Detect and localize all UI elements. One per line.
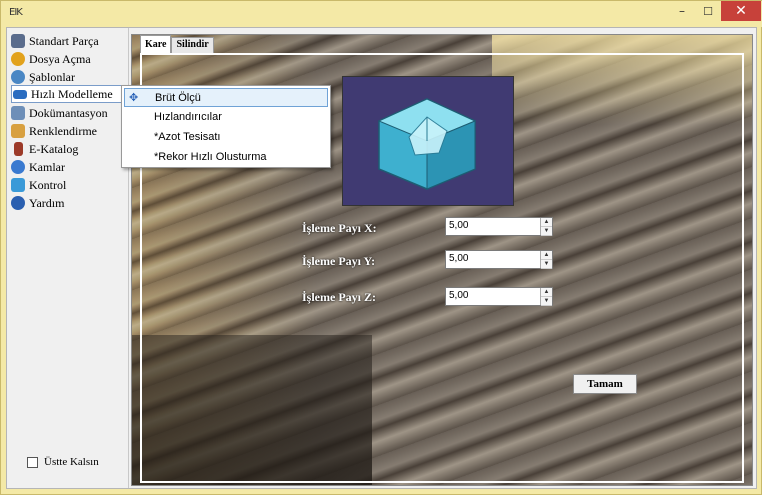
- palette-icon: [11, 124, 25, 138]
- quick-modeling-menu: ✥ Brüt Ölçü Hızlandırıcılar *Azot Tesisa…: [121, 85, 331, 168]
- book-icon: [14, 142, 23, 156]
- sidebar-item-label: Şablonlar: [29, 69, 75, 84]
- minimize-button[interactable]: –: [669, 1, 695, 21]
- sidebar-item-label: Hızlı Modelleme: [31, 86, 113, 101]
- cam-icon: [11, 160, 25, 174]
- app-window: ΕΙΚ – ☐ ✕ Standart Parça Dosya Açma Şabl…: [0, 0, 762, 495]
- tab-silindir[interactable]: Silindir: [171, 37, 214, 53]
- stepper-up-icon[interactable]: ▲: [541, 288, 552, 297]
- maximize-button[interactable]: ☐: [695, 1, 721, 21]
- z-allowance-stepper[interactable]: ▲ ▼: [540, 288, 552, 306]
- cube-preview: [342, 76, 514, 206]
- menu-item-azot-tesisati[interactable]: *Azot Tesisatı: [124, 127, 328, 146]
- stepper-up-icon[interactable]: ▲: [541, 218, 552, 227]
- sidebar-item-dosya-acma[interactable]: Dosya Açma: [11, 50, 91, 68]
- sidebar-item-label: Dokümantasyon: [29, 105, 108, 120]
- menu-item-label: *Azot Tesisatı: [154, 130, 221, 143]
- title-bar: ΕΙΚ – ☐ ✕: [1, 1, 762, 27]
- sidebar-item-label: Dosya Açma: [29, 51, 91, 66]
- sidebar-item-standart-parca[interactable]: Standart Parça: [11, 32, 99, 50]
- menu-item-label: Hızlandırıcılar: [154, 110, 222, 123]
- help-icon: [11, 196, 25, 210]
- close-button[interactable]: ✕: [721, 1, 761, 21]
- x-allowance-value[interactable]: 5,00: [446, 218, 540, 235]
- sidebar-item-yardim[interactable]: Yardım: [11, 194, 64, 212]
- sidebar-item-label: Standart Parça: [29, 33, 99, 48]
- globe-icon: [11, 70, 25, 84]
- stepper-down-icon[interactable]: ▼: [541, 227, 552, 236]
- keep-on-top-label: Üstte Kalsın: [44, 456, 99, 468]
- stepper-down-icon[interactable]: ▼: [541, 297, 552, 306]
- y-allowance-value[interactable]: 5,00: [446, 251, 540, 268]
- menu-item-brut-olcu[interactable]: ✥ Brüt Ölçü: [124, 88, 328, 107]
- keep-on-top-toggle[interactable]: Üstte Kalsın: [27, 456, 99, 468]
- document-icon: [11, 106, 25, 120]
- sidebar-item-renklendirme[interactable]: Renklendirme: [11, 122, 97, 140]
- stepper-up-icon[interactable]: ▲: [541, 251, 552, 260]
- stepper-down-icon[interactable]: ▼: [541, 260, 552, 269]
- sidebar: Standart Parça Dosya Açma Şablonlar Hızl…: [7, 28, 129, 488]
- arrow-icon: [13, 89, 27, 99]
- sidebar-item-label: Yardım: [29, 195, 65, 210]
- menu-item-hizlandiricilar[interactable]: Hızlandırıcılar: [124, 107, 328, 126]
- app-icon: ΕΙΚ: [9, 7, 23, 18]
- y-allowance-label: İşleme Payı Y:: [302, 254, 376, 268]
- folder-icon: [11, 52, 25, 66]
- x-allowance-stepper[interactable]: ▲ ▼: [540, 218, 552, 236]
- sidebar-item-dokumantasyon[interactable]: Dokümantasyon: [11, 104, 108, 122]
- menu-item-rekor-hizli-olusturma[interactable]: *Rekor Hızlı Olusturma: [124, 147, 328, 166]
- sidebar-item-e-katalog[interactable]: E-Katalog: [11, 140, 78, 158]
- sidebar-item-label: Kontrol: [29, 177, 67, 192]
- tab-kare[interactable]: Kare: [140, 35, 172, 53]
- menu-item-label: *Rekor Hızlı Olusturma: [154, 150, 267, 163]
- sidebar-item-hizli-modelleme[interactable]: Hızlı Modelleme: [11, 85, 123, 103]
- sidebar-item-label: Kamlar: [29, 159, 65, 174]
- ok-button[interactable]: Tamam: [573, 374, 637, 394]
- sidebar-item-kontrol[interactable]: Kontrol: [11, 176, 66, 194]
- sidebar-item-label: Renklendirme: [29, 123, 97, 138]
- tab-strip: Kare Silindir: [140, 35, 214, 53]
- z-allowance-label: İşleme Payı Z:: [302, 290, 376, 304]
- y-allowance-stepper[interactable]: ▲ ▼: [540, 251, 552, 269]
- z-allowance-value[interactable]: 5,00: [446, 288, 540, 305]
- dimension-icon: ✥: [129, 92, 139, 104]
- x-allowance-label: İşleme Payı X:: [302, 221, 377, 235]
- x-allowance-input[interactable]: 5,00 ▲ ▼: [445, 217, 553, 236]
- keep-on-top-checkbox[interactable]: [27, 456, 38, 468]
- y-allowance-input[interactable]: 5,00 ▲ ▼: [445, 250, 553, 269]
- menu-item-label: Brüt Ölçü: [155, 91, 201, 104]
- client-area: Standart Parça Dosya Açma Şablonlar Hızl…: [6, 27, 757, 489]
- sidebar-item-label: E-Katalog: [29, 141, 79, 156]
- z-allowance-input[interactable]: 5,00 ▲ ▼: [445, 287, 553, 306]
- check-icon: [11, 178, 25, 192]
- cube-icon: [377, 98, 477, 190]
- sidebar-item-sablonlar[interactable]: Şablonlar: [11, 68, 75, 86]
- gear-icon: [11, 34, 25, 48]
- sidebar-item-kamlar[interactable]: Kamlar: [11, 158, 65, 176]
